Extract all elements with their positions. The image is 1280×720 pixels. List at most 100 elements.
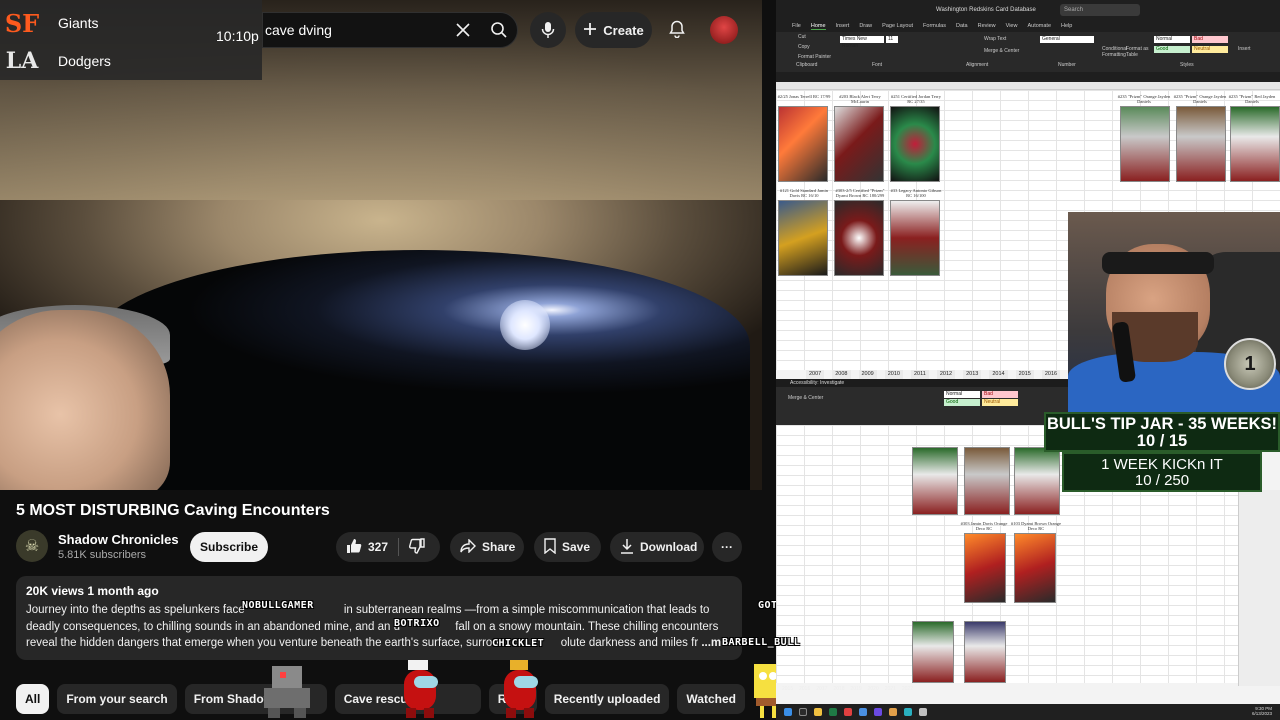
app-icon[interactable] <box>904 708 912 716</box>
search-icon[interactable] <box>799 708 807 716</box>
copy-button[interactable]: Copy <box>798 44 810 50</box>
sheet-tab[interactable]: 2008 <box>832 370 851 379</box>
merge-center-button[interactable]: Merge & Center <box>984 48 1019 54</box>
font-name-select[interactable]: Times New Roman <box>840 36 884 49</box>
folder-icon[interactable] <box>814 708 822 716</box>
chip-all[interactable]: All <box>16 684 50 714</box>
sheet-tab[interactable]: 2014 <box>989 370 1008 379</box>
share-button[interactable]: Share <box>450 532 524 562</box>
wrap-text-button[interactable]: Wrap Text <box>984 36 1006 42</box>
account-avatar[interactable] <box>710 16 738 44</box>
app-icon[interactable] <box>874 708 882 716</box>
tab-draw[interactable]: Draw <box>859 23 872 29</box>
tab-page-layout[interactable]: Page Layout <box>882 23 913 29</box>
chip-recently-uploaded[interactable]: Recently uploaded <box>544 684 670 714</box>
tab-automate[interactable]: Automate <box>1027 23 1051 29</box>
formula-bar[interactable] <box>776 72 1280 82</box>
sheet-tab[interactable]: 2017 <box>816 686 827 692</box>
sheet-tab[interactable]: 2015 <box>782 686 793 692</box>
format-as-table-button[interactable]: Format as Table <box>1126 46 1152 58</box>
trading-card[interactable] <box>1120 106 1170 182</box>
trading-card[interactable] <box>1014 447 1060 515</box>
dislike-icon[interactable] <box>409 537 425 557</box>
sheet-tab[interactable]: 2011 <box>911 370 929 379</box>
style-good[interactable]: Good <box>944 399 980 406</box>
search-input[interactable]: cave dving <box>263 22 445 38</box>
style-normal[interactable]: Normal <box>1154 36 1190 43</box>
trading-card[interactable] <box>890 106 940 182</box>
download-button[interactable]: Download <box>610 532 704 562</box>
tab-data[interactable]: Data <box>956 23 968 29</box>
channel-name[interactable]: Shadow Chronicles <box>58 532 179 547</box>
style-good[interactable]: Good <box>1154 46 1190 53</box>
channel-info[interactable]: ☠ Shadow Chronicles 5.81K subscribers <box>16 530 179 562</box>
chip-from-your-search[interactable]: From your search <box>57 684 177 714</box>
sheet-tab[interactable]: 2015 <box>1015 370 1034 379</box>
sheet-tab[interactable]: 2020 <box>868 686 879 692</box>
style-bad[interactable]: Bad <box>1192 36 1228 43</box>
trading-card[interactable] <box>778 200 828 276</box>
trading-card[interactable] <box>834 106 884 182</box>
sheet-tab[interactable]: 2013 <box>963 370 982 379</box>
sheet-tab[interactable]: 2010 <box>884 370 903 379</box>
search-icon[interactable] <box>481 12 517 48</box>
trading-card[interactable] <box>964 447 1010 515</box>
sheet-tab[interactable]: 2022 <box>902 686 913 692</box>
excel-search[interactable]: Search <box>1060 4 1140 16</box>
merge-center-button[interactable]: Merge & Center <box>788 395 823 401</box>
trading-card[interactable] <box>890 200 940 276</box>
description-box[interactable]: 20K views 1 month ago Journey into the d… <box>16 576 742 660</box>
start-icon[interactable] <box>784 708 792 716</box>
create-button[interactable]: Create <box>575 12 652 48</box>
style-neutral[interactable]: Neutral <box>1192 46 1228 53</box>
subscribe-button[interactable]: Subscribe <box>190 532 268 562</box>
sheet-tab[interactable]: 2012 <box>936 370 956 379</box>
format-painter-button[interactable]: Format Painter <box>798 54 831 60</box>
sheet-tab[interactable]: 2021 <box>885 686 896 692</box>
bell-icon[interactable] <box>662 14 692 44</box>
trading-card[interactable] <box>1176 106 1226 182</box>
more-actions-button[interactable]: ··· <box>712 532 742 562</box>
sheet-tab[interactable]: 2009 <box>858 370 877 379</box>
search-box[interactable]: cave dving <box>262 12 518 48</box>
sheet-tab[interactable]: 2019 <box>851 686 862 692</box>
cut-button[interactable]: Cut <box>798 34 806 40</box>
close-icon[interactable] <box>445 12 481 48</box>
tab-help[interactable]: Help <box>1061 23 1072 29</box>
tab-home[interactable]: Home <box>810 23 826 30</box>
channel-avatar[interactable]: ☠ <box>16 530 48 562</box>
app-icon[interactable] <box>889 708 897 716</box>
save-button[interactable]: Save <box>534 532 601 562</box>
like-icon[interactable] <box>346 538 362 557</box>
number-format-select[interactable]: General <box>1040 36 1094 43</box>
trading-card[interactable] <box>964 621 1006 683</box>
mic-icon[interactable] <box>530 12 566 48</box>
scrollbar[interactable] <box>1238 490 1280 686</box>
trading-card[interactable] <box>1230 106 1280 182</box>
tab-formulas[interactable]: Formulas <box>923 23 946 29</box>
trading-card[interactable] <box>912 621 954 683</box>
sheet-tab[interactable]: 2007 <box>806 370 825 379</box>
trading-card[interactable] <box>778 106 828 182</box>
tab-view[interactable]: View <box>1006 23 1018 29</box>
chip-watched[interactable]: Watched <box>677 684 745 714</box>
tab-insert[interactable]: Insert <box>836 23 850 29</box>
app-icon[interactable] <box>919 708 927 716</box>
insert-cells-button[interactable]: Insert <box>1238 46 1251 52</box>
sheet-tab[interactable]: 2016 <box>1041 370 1061 379</box>
trading-card[interactable] <box>1014 533 1056 603</box>
trading-card[interactable] <box>912 447 958 515</box>
tab-review[interactable]: Review <box>978 23 996 29</box>
trading-card[interactable] <box>964 533 1006 603</box>
style-bad[interactable]: Bad <box>982 391 1018 398</box>
style-normal[interactable]: Normal <box>944 391 980 398</box>
sheet-tab[interactable]: 2016 <box>799 686 810 692</box>
trading-card[interactable] <box>834 200 884 276</box>
style-neutral[interactable]: Neutral <box>982 399 1018 406</box>
app-icon[interactable] <box>859 708 867 716</box>
app-icon[interactable] <box>844 708 852 716</box>
font-size-select[interactable]: 11 <box>886 36 898 43</box>
tab-file[interactable]: File <box>792 23 801 29</box>
like-count[interactable]: 327 <box>368 540 388 554</box>
sheet-tab[interactable]: 2018 <box>833 686 844 692</box>
